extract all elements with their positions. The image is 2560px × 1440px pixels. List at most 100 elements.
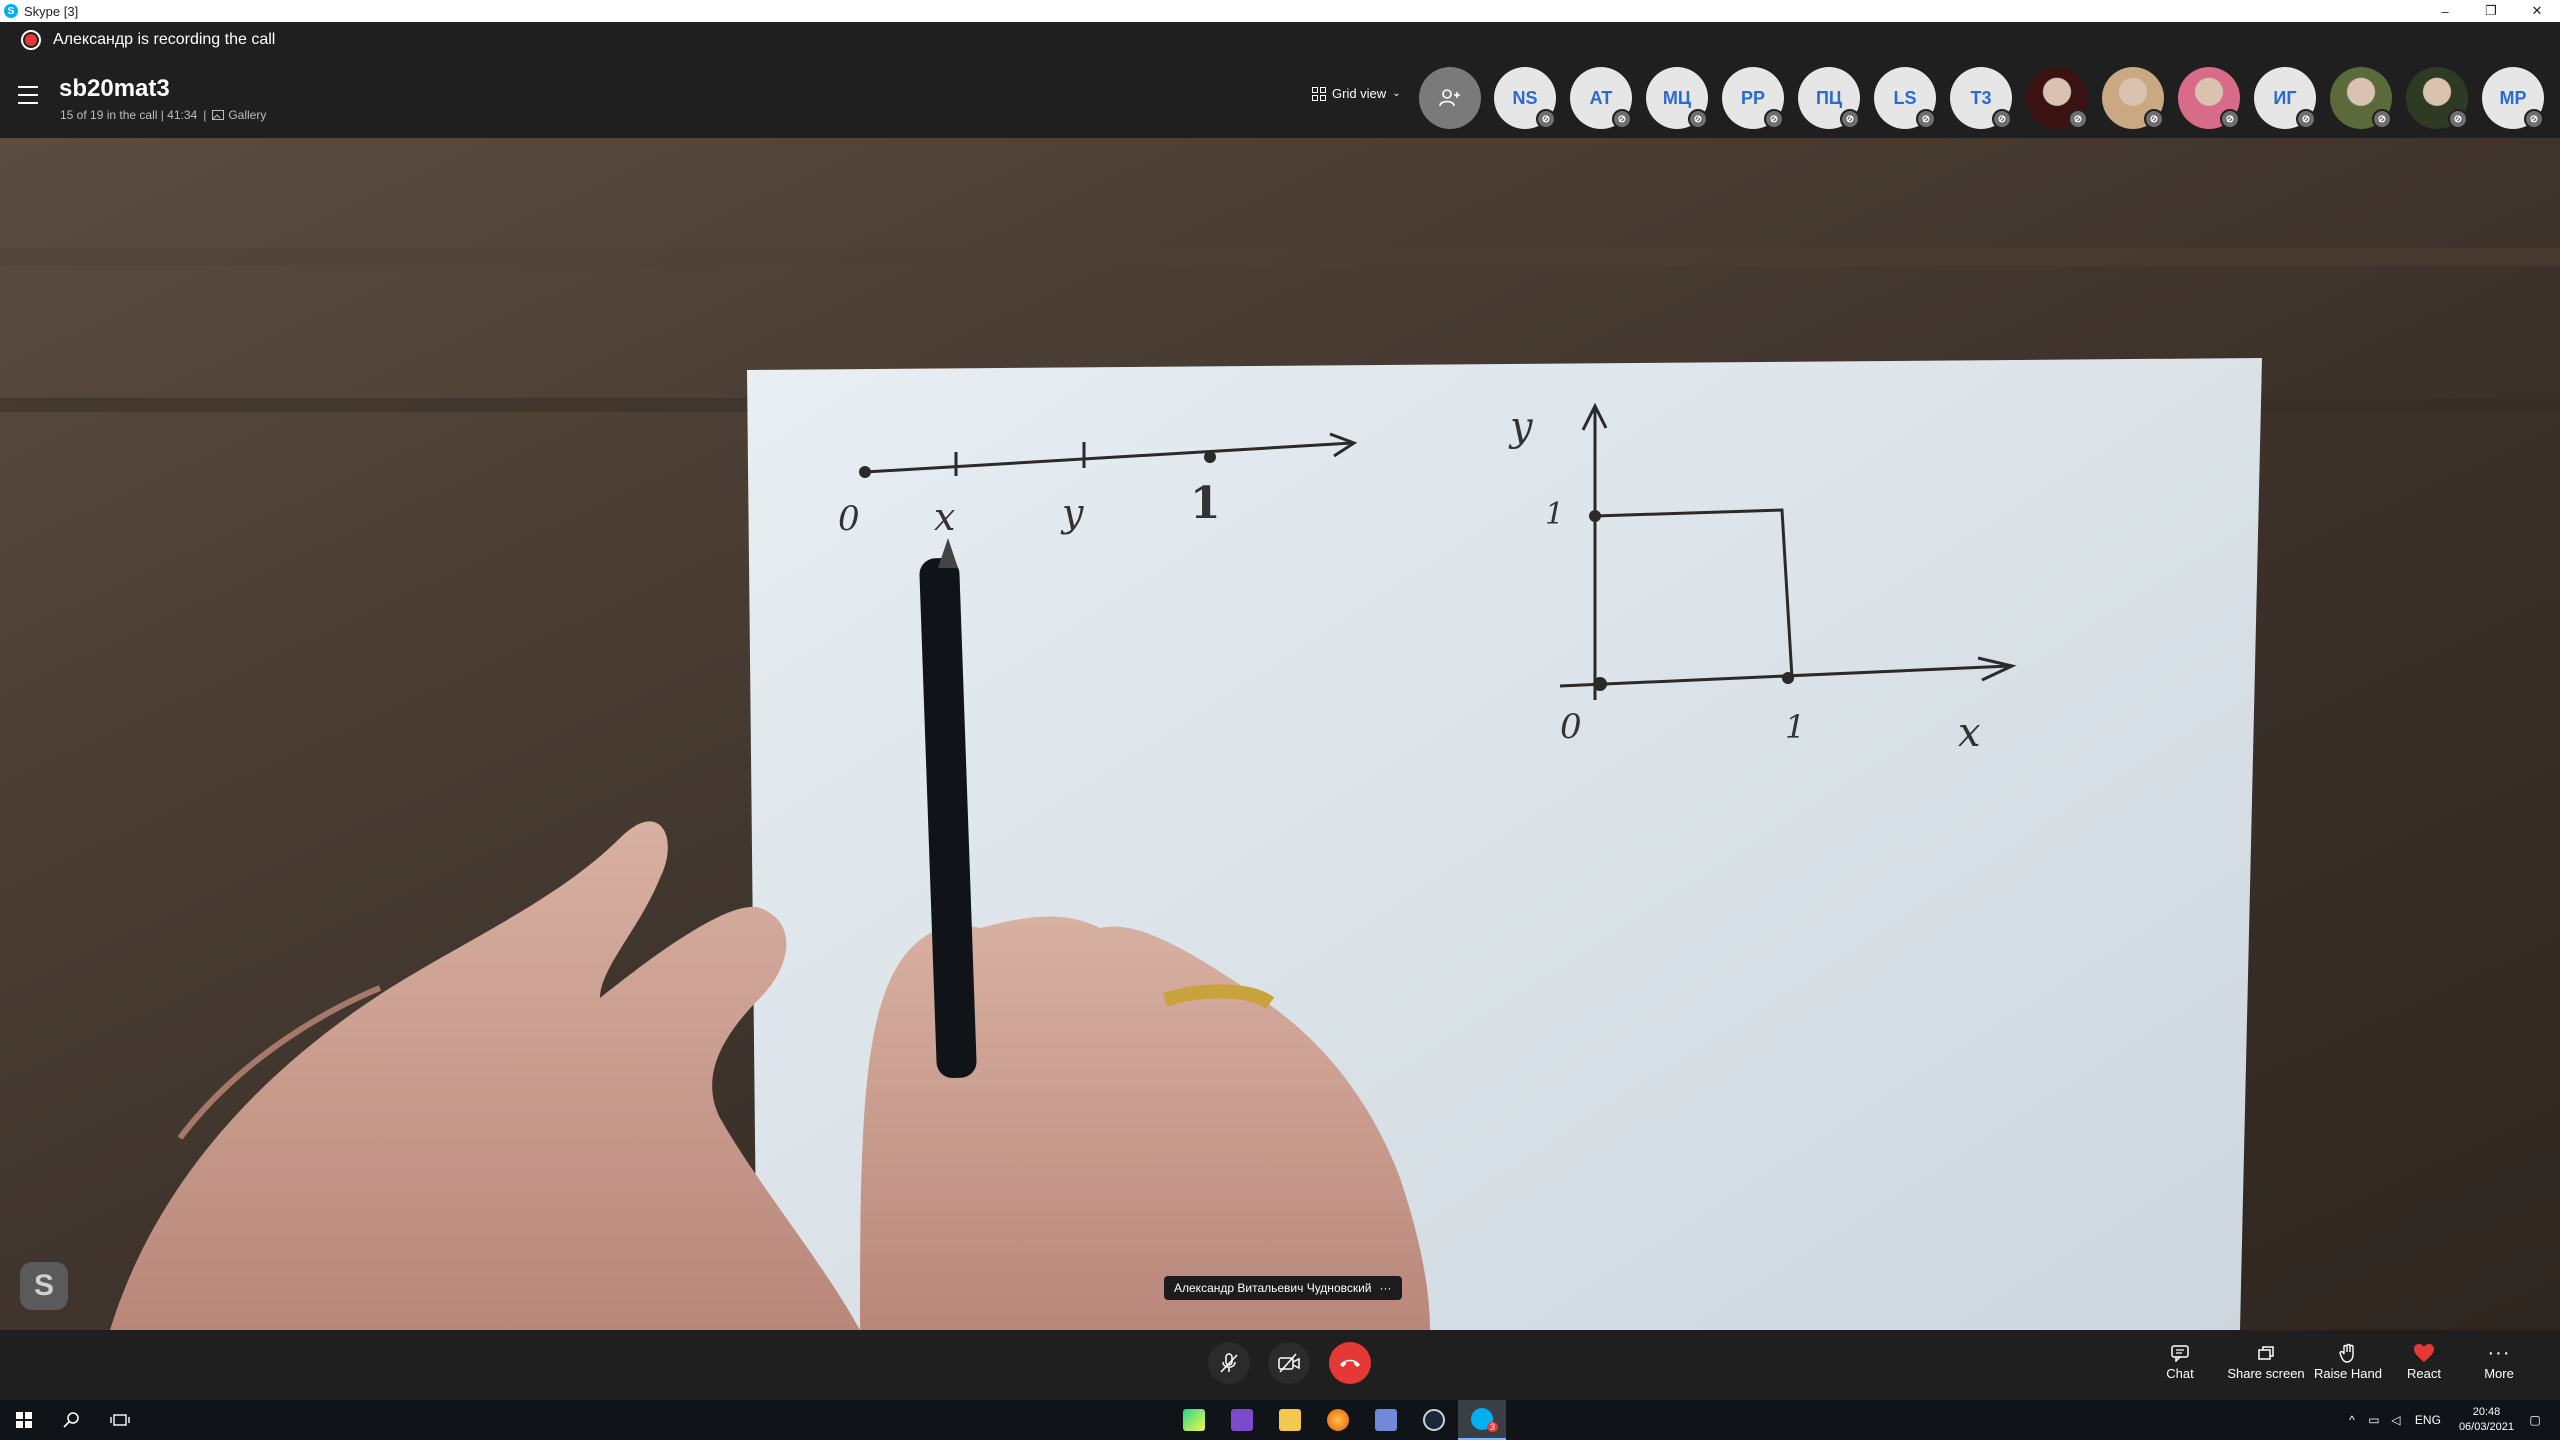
taskbar-app-pycharm[interactable]	[1170, 1400, 1218, 1440]
video-feed: 0 x y 1 y 1 0 1 x S Александр Витальевич…	[0, 138, 2560, 1330]
participant-avatar[interactable]: LS ⊘	[1874, 67, 1936, 129]
participant-initials: PP	[1740, 87, 1765, 108]
add-people-button[interactable]	[1419, 67, 1481, 129]
video-frame: 0 x y 1 y 1 0 1 x	[0, 138, 2560, 1330]
muted-mic-icon: ⊘	[2448, 109, 2468, 129]
label-line-one: 1	[1190, 478, 1221, 529]
gallery-link[interactable]: Gallery	[228, 108, 266, 122]
grid-view-label: Grid view	[1332, 86, 1387, 101]
muted-mic-icon: ⊘	[2372, 109, 2392, 129]
start-button[interactable]	[0, 1400, 48, 1440]
more-label: More	[2484, 1366, 2514, 1381]
steam-icon	[1423, 1409, 1445, 1431]
muted-mic-icon: ⊘	[2068, 109, 2088, 129]
restore-button[interactable]: ❐	[2468, 0, 2514, 22]
share-screen-label: Share screen	[2227, 1366, 2305, 1381]
label-axis-one-x: 1	[1785, 708, 1805, 746]
taskbar-app-explorer[interactable]	[1266, 1400, 1314, 1440]
gallery-icon	[212, 110, 225, 120]
share-screen-icon	[2258, 1346, 2274, 1360]
network-icon[interactable]: ▭	[2363, 1413, 2385, 1427]
clock-time: 20:48	[2472, 1406, 2501, 1418]
label-axis-one-y: 1	[1545, 497, 1564, 532]
hang-up-icon	[1340, 1359, 1360, 1367]
notifications-icon[interactable]: ▢	[2524, 1413, 2546, 1427]
minimize-button[interactable]: –	[2422, 0, 2468, 22]
search-button[interactable]	[48, 1400, 96, 1440]
end-call-button[interactable]	[1329, 1342, 1371, 1384]
video-toggle-button[interactable]	[1268, 1342, 1310, 1384]
tray-chevron-up-icon[interactable]: ^	[2341, 1413, 2363, 1427]
taskbar-app-visual-studio[interactable]	[1218, 1400, 1266, 1440]
close-button[interactable]: ✕	[2514, 0, 2560, 22]
share-screen-button[interactable]: Share screen	[2224, 1340, 2308, 1381]
participant-avatar[interactable]: ⊘	[2406, 67, 2468, 129]
pycharm-icon	[1183, 1409, 1205, 1431]
participant-avatar[interactable]: ⊘	[2178, 67, 2240, 129]
taskbar-app-firefox[interactable]	[1314, 1400, 1362, 1440]
volume-icon[interactable]: ◁	[2385, 1413, 2407, 1427]
task-view-icon	[110, 1414, 130, 1426]
participant-avatar[interactable]: ⊘	[2330, 67, 2392, 129]
react-button[interactable]: React	[2384, 1340, 2464, 1381]
window-title: Skype [3]	[24, 3, 79, 19]
muted-mic-icon: ⊘	[1992, 109, 2012, 129]
mute-mic-button[interactable]	[1208, 1342, 1250, 1384]
participant-initials: МЦ	[1662, 87, 1692, 108]
input-language[interactable]: ENG	[2415, 1413, 2441, 1427]
muted-mic-icon: ⊘	[2144, 109, 2164, 129]
skype-logo-icon: S	[4, 4, 18, 18]
participant-avatar[interactable]: PP ⊘	[1722, 67, 1784, 129]
participant-list: NS ⊘ AT ⊘ МЦ ⊘ PP ⊘ ПЦ ⊘ LS ⊘ T3 ⊘ ⊘ ⊘ ⊘ ИГ ⊘ ⊘ ⊘ MP ⊘	[1494, 67, 2544, 129]
clock-date: 06/03/2021	[2458, 1421, 2514, 1433]
more-button[interactable]: ··· More	[2459, 1340, 2539, 1382]
task-view-button[interactable]	[96, 1400, 144, 1440]
recording-text: Александр is recording the call	[53, 31, 276, 48]
participant-avatar[interactable]: ⊘	[2102, 67, 2164, 129]
heart-icon	[2414, 1344, 2434, 1362]
participant-initials: AT	[1589, 87, 1613, 108]
menu-icon[interactable]	[18, 86, 38, 104]
chevron-down-icon: ⌄	[1392, 88, 1401, 99]
grid-view-button[interactable]: Grid view ⌄	[1312, 86, 1401, 101]
chat-button[interactable]: Chat	[2140, 1340, 2220, 1381]
taskbar-app-discord[interactable]	[1362, 1400, 1410, 1440]
speaker-more-icon[interactable]: ···	[1380, 1281, 1392, 1295]
system-tray: ^ ▭ ◁ ENG 20:48 06/03/2021 ▢	[2341, 1400, 2560, 1440]
raise-hand-button[interactable]: Raise Hand	[2308, 1340, 2388, 1381]
muted-mic-icon: ⊘	[1764, 109, 1784, 129]
participant-avatar[interactable]: МЦ ⊘	[1646, 67, 1708, 129]
speaker-name-label[interactable]: Александр Витальевич Чудновский ···	[1164, 1276, 1402, 1300]
muted-mic-icon: ⊘	[2524, 109, 2544, 129]
muted-mic-icon: ⊘	[1916, 109, 1936, 129]
participant-avatar[interactable]: MP ⊘	[2482, 67, 2544, 129]
speaker-name: Александр Витальевич Чудновский	[1174, 1281, 1372, 1295]
participant-avatar[interactable]: AT ⊘	[1570, 67, 1632, 129]
grid-icon	[1312, 86, 1326, 101]
participant-avatar[interactable]: NS ⊘	[1494, 67, 1556, 129]
window-titlebar: S Skype [3] – ❐ ✕	[0, 0, 2560, 22]
call-header: sb20mat3 15 of 19 in the call | 41:34 | …	[0, 58, 2560, 138]
call-subtitle: 15 of 19 in the call | 41:34 | Gallery	[60, 108, 266, 122]
participant-initials: T3	[1970, 87, 1992, 108]
label-axis-y: y	[1508, 404, 1534, 450]
windows-logo-icon	[16, 1412, 32, 1428]
muted-mic-icon: ⊘	[1688, 109, 1708, 129]
call-separator: |	[203, 108, 207, 122]
number-line-zero-point	[859, 466, 871, 478]
taskbar-app-steam[interactable]	[1410, 1400, 1458, 1440]
muted-mic-icon: ⊘	[2296, 109, 2316, 129]
participant-avatar[interactable]: T3 ⊘	[1950, 67, 2012, 129]
clock[interactable]: 20:48 06/03/2021	[2459, 1405, 2514, 1435]
participant-initials: MP	[2499, 87, 2527, 108]
firefox-icon	[1327, 1409, 1349, 1431]
react-label: React	[2407, 1366, 2441, 1381]
number-line-one-point	[1204, 451, 1216, 463]
label-line-y: y	[1060, 491, 1084, 535]
taskbar-app-skype[interactable]: 3	[1458, 1400, 1506, 1440]
participant-avatar[interactable]: ⊘	[2026, 67, 2088, 129]
call-title[interactable]: sb20mat3	[59, 75, 170, 103]
recording-icon	[21, 30, 41, 50]
participant-avatar[interactable]: ПЦ ⊘	[1798, 67, 1860, 129]
participant-avatar[interactable]: ИГ ⊘	[2254, 67, 2316, 129]
